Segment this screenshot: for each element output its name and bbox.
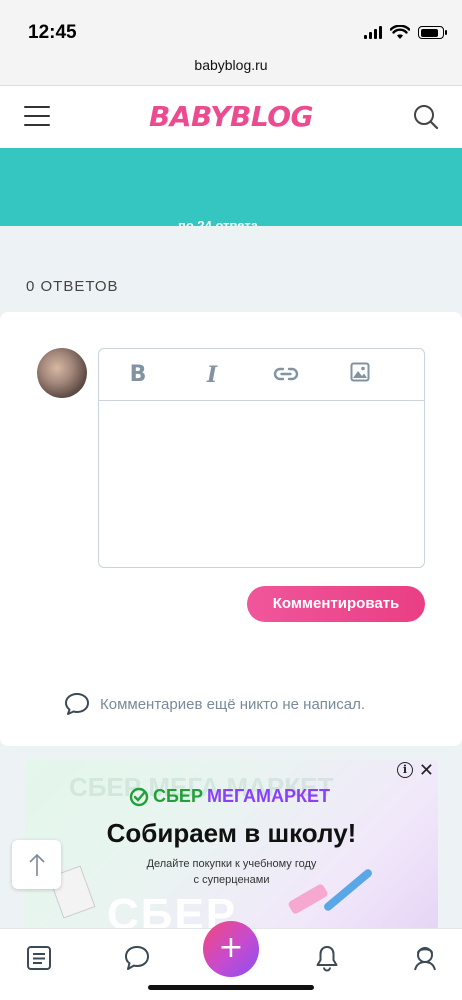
ad-banner[interactable]: СБЕР МЕГА МАРКЕТ СБЕР МЕГАМАРКЕТ Собирае… xyxy=(25,760,438,930)
comment-editor: B I xyxy=(98,348,425,568)
site-logo[interactable]: BABYBLOG xyxy=(0,100,462,133)
wifi-icon xyxy=(390,25,410,39)
signal-icon xyxy=(364,26,382,39)
battery-icon xyxy=(418,26,447,39)
ad-subtext-line1: Делайте покупки к учебному году xyxy=(146,858,317,870)
banner-partial-text: по 24 ответа xyxy=(178,218,258,226)
create-post-button[interactable]: + xyxy=(203,921,259,977)
arrow-up-icon xyxy=(28,853,45,876)
profile-icon[interactable] xyxy=(410,943,440,973)
empty-comments-text: Комментариев ещё никто не написал. xyxy=(100,695,366,713)
ad-close-icon[interactable]: ✕ xyxy=(419,761,434,779)
ad-controls: i ✕ xyxy=(396,761,434,779)
status-time: 12:45 xyxy=(28,22,77,43)
status-icons xyxy=(364,25,447,40)
answers-count-title: 0 ОТВЕТОВ xyxy=(26,278,119,295)
notifications-bell-icon[interactable] xyxy=(312,943,342,973)
ad-info-icon[interactable]: i xyxy=(396,762,413,778)
url-bar[interactable]: babyblog.ru xyxy=(0,56,462,86)
comment-card: B I Комментировать Комментариев ещё никт… xyxy=(0,312,462,746)
user-avatar[interactable] xyxy=(37,348,87,398)
link-icon xyxy=(273,367,299,380)
submit-comment-button[interactable]: Комментировать xyxy=(247,586,425,622)
sber-logo-icon xyxy=(129,787,149,806)
speech-bubble-icon xyxy=(65,693,89,715)
italic-button[interactable]: I xyxy=(175,362,249,388)
image-icon xyxy=(350,362,370,381)
teal-banner: по 24 ответа xyxy=(0,148,462,226)
editor-toolbar: B I xyxy=(99,349,424,401)
bottom-navigation: + xyxy=(0,921,462,1000)
feed-icon[interactable] xyxy=(24,943,54,973)
ad-brand-mega: МЕГАМАРКЕТ xyxy=(206,786,331,806)
scroll-to-top-button[interactable] xyxy=(12,840,61,889)
ad-brand-sber: СБЕР xyxy=(153,786,203,806)
ad-headline: Собираем в школу! xyxy=(106,818,357,848)
site-header: BABYBLOG xyxy=(0,86,462,148)
status-bar: 12:45 xyxy=(0,0,462,56)
url-text: babyblog.ru xyxy=(194,57,268,73)
home-indicator xyxy=(148,985,314,990)
image-button[interactable] xyxy=(323,362,397,388)
ad-brand: СБЕР МЕГАМАРКЕТ xyxy=(129,786,330,807)
bold-button[interactable]: B xyxy=(101,362,175,387)
link-button[interactable] xyxy=(249,362,323,388)
empty-comments-note: Комментариев ещё никто не написал. xyxy=(64,692,365,716)
chat-icon[interactable] xyxy=(122,943,152,973)
comment-textarea[interactable] xyxy=(99,401,424,567)
search-icon[interactable] xyxy=(412,103,440,131)
